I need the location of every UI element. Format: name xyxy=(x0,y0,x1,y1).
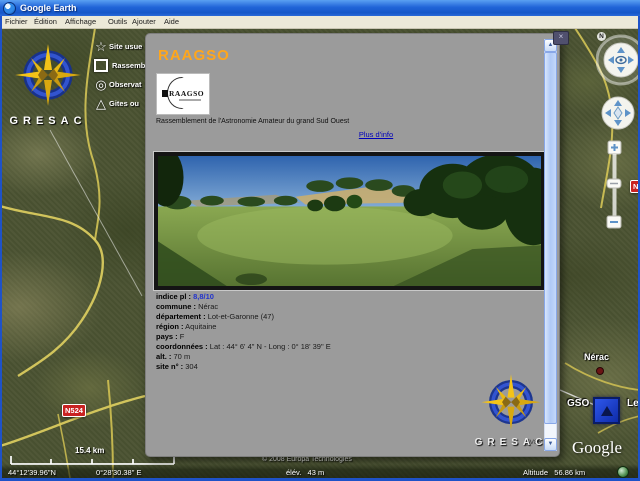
plus-info-link[interactable]: Plus d'info xyxy=(206,130,546,139)
menu-affichage[interactable]: Affichage xyxy=(65,17,96,26)
gresac-compass-icon xyxy=(481,374,541,430)
legend-label: Site usue xyxy=(109,42,143,51)
panorama-photo xyxy=(153,151,546,291)
target-icon: ◎ xyxy=(95,77,107,92)
town-label-nerac: Nérac xyxy=(584,352,610,362)
google-watermark: Google xyxy=(572,438,623,457)
logo-subline xyxy=(179,99,201,101)
detail-row: département : Lot-et-Garonne (47) xyxy=(156,312,274,321)
detail-row: région : Aquitaine xyxy=(156,322,217,331)
legend-item-observatoire: ◎ Observat xyxy=(93,75,145,94)
town-dot xyxy=(596,367,604,375)
gresac-compass-icon xyxy=(15,44,81,106)
balloon-title: RAAGSO xyxy=(158,47,230,64)
google-earth-window: GRESAC ☆ Site usue Rassemb ◎ Observat △ … xyxy=(0,0,640,481)
longitude-readout: 0°28'30.38" E xyxy=(96,468,142,477)
detail-row: coordonnées : Lat : 44° 6' 4" N - Long :… xyxy=(156,342,331,351)
raagso-logo-text: RAAGSO xyxy=(169,89,205,98)
balloon-scrollbar: ▲ ▼ xyxy=(544,39,557,451)
gresac-overlay-logo: GRESAC xyxy=(8,44,88,127)
placemark-glyph xyxy=(601,406,613,416)
detail-row: site n° : 304 xyxy=(156,362,198,371)
scrollbar-thumb[interactable] xyxy=(544,52,557,424)
placemark-label-raagso: GSO xyxy=(567,398,590,409)
raagso-logo: RAAGSO xyxy=(156,73,210,115)
star-icon: ☆ xyxy=(95,39,107,54)
menu-bar: Fichier Édition Affichage Outils Ajouter… xyxy=(0,16,640,29)
navigation-controls: N xyxy=(595,30,640,235)
detail-row: alt. : 70 m xyxy=(156,352,191,361)
legend-item-site: ☆ Site usue xyxy=(93,37,145,56)
window-title: Google Earth xyxy=(20,3,77,13)
menu-outils[interactable]: Outils xyxy=(108,17,127,26)
altitude-readout: Altitude 56.86 km xyxy=(523,468,586,477)
window-border xyxy=(0,16,2,481)
triangle-icon: △ xyxy=(96,96,106,111)
menu-aide[interactable]: Aide xyxy=(164,17,179,26)
title-bar: Google Earth xyxy=(0,0,640,16)
site-placemark[interactable] xyxy=(593,397,620,424)
road-sign-n524: N524 xyxy=(62,404,86,417)
legend-item-gites: △ Gites ou xyxy=(93,94,145,113)
gresac-overlay-label: GRESAC xyxy=(9,115,87,127)
scale-label: 15.4 km xyxy=(75,446,105,455)
streaming-globe-icon xyxy=(617,466,629,478)
clipped-label: Le xyxy=(627,398,639,409)
detail-row: indice pl : 8,8/10 xyxy=(156,292,214,301)
logo-square-icon xyxy=(162,90,168,97)
legend-item-rassemblement: Rassemb xyxy=(93,56,145,75)
google-earth-icon xyxy=(3,1,16,15)
north-indicator: N xyxy=(597,32,606,41)
legend-label: Observat xyxy=(109,80,142,89)
info-balloon: RAAGSO RAAGSO Rassemblement de l'Astrono… xyxy=(145,31,569,457)
site-details: indice pl : 8,8/10 commune : Nérac dépar… xyxy=(156,292,331,372)
menu-ajouter[interactable]: Ajouter xyxy=(132,17,156,26)
legend-label: Rassemb xyxy=(112,61,146,70)
copyright-text: © 2008 Europa Technologies xyxy=(262,456,352,463)
elevation-readout: élév. 43 m xyxy=(286,468,325,477)
balloon-close-button[interactable]: × xyxy=(553,31,569,45)
menu-edition[interactable]: Édition xyxy=(34,17,57,26)
legend-label: Gites ou xyxy=(109,99,140,108)
balloon-subtitle: Rassemblement de l'Astronomie Amateur du… xyxy=(156,118,350,125)
latitude-readout: 44°12'39.96"N xyxy=(8,468,56,477)
detail-row: commune : Nérac xyxy=(156,302,219,311)
detail-row: pays : F xyxy=(156,332,185,341)
scroll-down-icon[interactable]: ▼ xyxy=(544,438,557,451)
legend-overlay: ☆ Site usue Rassemb ◎ Observat △ Gites o… xyxy=(93,37,145,113)
menu-fichier[interactable]: Fichier xyxy=(5,17,28,26)
status-bar: 44°12'39.96"N 0°28'30.38" E élév. 43 m A… xyxy=(0,464,640,478)
square-icon xyxy=(94,59,108,72)
